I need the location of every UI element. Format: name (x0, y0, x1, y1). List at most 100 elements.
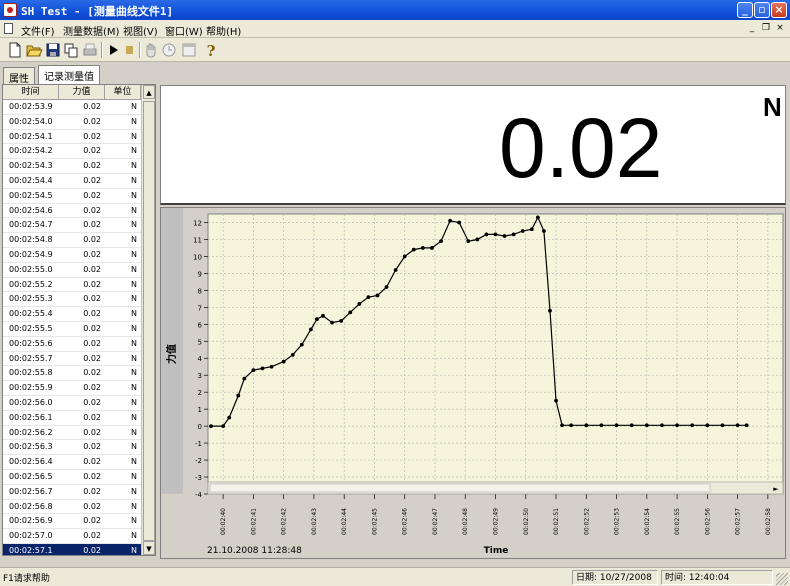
table-row[interactable]: 00:02:56.3 0.02 N (3, 440, 141, 456)
x-tick-label: 00:02:55 (674, 508, 681, 535)
x-tick-label: 00:02:41 (250, 508, 257, 535)
hand-icon[interactable] (142, 41, 160, 59)
tab-recorded-values[interactable]: 记录测量值 (38, 65, 100, 84)
toolbar: ? (0, 38, 790, 62)
column-header-unit[interactable]: 单位 (105, 85, 141, 100)
data-point (439, 239, 443, 244)
column-header-force[interactable]: 力值 (59, 85, 105, 100)
table-row[interactable]: 00:02:55.6 0.02 N (3, 337, 141, 352)
table-row[interactable]: 00:02:55.2 0.02 N (3, 278, 141, 293)
table-row[interactable]: 00:02:55.0 0.02 N (3, 263, 141, 278)
new-file-icon[interactable] (6, 41, 24, 59)
print-icon[interactable] (81, 41, 99, 59)
table-row[interactable]: 00:02:55.9 0.02 N (3, 381, 141, 396)
table-row[interactable]: 00:02:55.3 0.02 N (3, 292, 141, 308)
table-row[interactable]: 00:02:54.4 0.02 N (3, 174, 141, 189)
menu-help[interactable]: 帮助(H) (206, 23, 241, 38)
mdi-close-button[interactable]: × (774, 23, 786, 35)
data-point (735, 423, 740, 428)
table-row[interactable]: 00:02:54.5 0.02 N (3, 189, 141, 204)
y-tick-label: -3 (195, 474, 202, 482)
data-point (236, 393, 241, 398)
data-point (584, 423, 589, 428)
table-row[interactable]: 00:02:54.2 0.02 N (3, 144, 141, 160)
table-row[interactable]: 00:02:56.7 0.02 N (3, 485, 141, 500)
cell-time: 00:02:54.6 (9, 205, 53, 215)
table-row[interactable]: 00:02:56.8 0.02 N (3, 500, 141, 515)
menu-measure-data[interactable]: 测量数据(M) (63, 23, 119, 38)
table-row[interactable]: 00:02:56.2 0.02 N (3, 426, 141, 441)
save-icon[interactable] (44, 41, 62, 59)
table-row[interactable]: 00:02:56.9 0.02 N (3, 514, 141, 530)
clock-icon[interactable] (160, 41, 178, 59)
scroll-up-arrow-icon[interactable]: ▲ (143, 85, 155, 99)
cell-unit: N (131, 486, 137, 496)
stop-icon[interactable] (120, 41, 138, 59)
document-icon[interactable] (4, 23, 13, 34)
cell-unit: N (131, 249, 137, 259)
x-tick-label: 00:02:48 (462, 508, 469, 535)
data-point (569, 423, 574, 428)
menu-file[interactable]: 文件(F) (21, 23, 55, 38)
data-point (366, 295, 371, 300)
open-folder-icon[interactable] (25, 41, 43, 59)
window-icon[interactable] (180, 41, 198, 59)
cell-unit: N (131, 338, 137, 348)
cell-unit: N (131, 279, 137, 289)
cell-time: 00:02:56.9 (9, 516, 53, 526)
help-icon[interactable]: ? (202, 41, 220, 59)
app-icon[interactable] (3, 3, 17, 17)
cell-time: 00:02:56.5 (9, 471, 53, 481)
cell-force: 0.02 (83, 427, 101, 437)
force-time-chart[interactable]: -4-3-2-1012345678910111200:02:40 00:02:41… (161, 208, 785, 558)
data-point (339, 319, 344, 323)
table-scrollbar[interactable]: ▲ ▼ (141, 85, 155, 555)
column-header-time[interactable]: 时间 (3, 85, 59, 100)
table-row[interactable]: 00:02:55.4 0.02 N (3, 307, 141, 322)
minimize-button[interactable]: _ (737, 2, 753, 18)
table-row[interactable]: 00:02:57.0 0.02 N (3, 529, 141, 544)
title-bar[interactable]: SH Test - [测量曲线文件1] _ ▫ × (0, 0, 790, 20)
cell-unit: N (131, 353, 137, 363)
table-row[interactable]: 00:02:55.7 0.02 N (3, 352, 141, 367)
table-row[interactable]: 00:02:55.5 0.02 N (3, 322, 141, 337)
table-row[interactable]: 00:02:54.7 0.02 N (3, 218, 141, 234)
scroll-thumb[interactable] (143, 101, 155, 541)
menu-window[interactable]: 窗口(W) (165, 23, 203, 38)
cell-unit: N (131, 235, 137, 245)
table-row[interactable]: 00:02:56.5 0.02 N (3, 470, 141, 485)
cell-force: 0.02 (83, 190, 101, 200)
table-row[interactable]: 00:02:57.1 0.02 N (3, 543, 141, 555)
table-row[interactable]: 00:02:54.3 0.02 N (3, 159, 141, 174)
cell-time: 00:02:56.4 (9, 457, 53, 467)
maximize-button[interactable]: ▫ (754, 2, 770, 18)
measurement-table: 时间 力值 单位 00:02:53.9 0.02 N 00:02:54.0 0.02 N 0… (2, 84, 156, 556)
table-row[interactable]: 00:02:54.0 0.02 N (3, 115, 141, 130)
cell-time: 00:02:55.0 (9, 264, 53, 274)
y-tick-label: -2 (195, 457, 202, 465)
resize-grip[interactable] (776, 573, 788, 585)
table-row[interactable]: 00:02:55.8 0.02 N (3, 366, 141, 382)
table-row[interactable]: 00:02:54.6 0.02 N (3, 204, 141, 219)
y-tick-label: 7 (198, 304, 202, 312)
cell-unit: N (131, 531, 137, 541)
table-row[interactable]: 00:02:56.0 0.02 N (3, 396, 141, 411)
menu-view[interactable]: 视图(V) (123, 23, 158, 38)
copy-icon[interactable] (62, 41, 80, 59)
data-point (457, 220, 462, 225)
close-button[interactable]: × (771, 2, 787, 18)
table-row[interactable]: 00:02:54.9 0.02 N (3, 248, 141, 263)
table-row[interactable]: 00:02:54.8 0.02 N (3, 233, 141, 248)
mdi-minimize-button[interactable]: _ (746, 23, 758, 35)
tab-properties[interactable]: 属性 (3, 67, 35, 85)
table-row[interactable]: 00:02:53.9 0.02 N (3, 100, 141, 115)
mdi-restore-button[interactable]: ❐ (760, 23, 772, 35)
table-row[interactable]: 00:02:56.4 0.02 N (3, 455, 141, 470)
table-row[interactable]: 00:02:54.1 0.02 N (3, 130, 141, 145)
cell-time: 00:02:54.7 (9, 220, 53, 230)
cell-unit: N (131, 190, 137, 200)
scroll-down-arrow-icon[interactable]: ▼ (143, 541, 155, 555)
data-point (484, 232, 489, 237)
table-row[interactable]: 00:02:56.1 0.02 N (3, 411, 141, 426)
status-date-label: 日期: (576, 573, 598, 583)
